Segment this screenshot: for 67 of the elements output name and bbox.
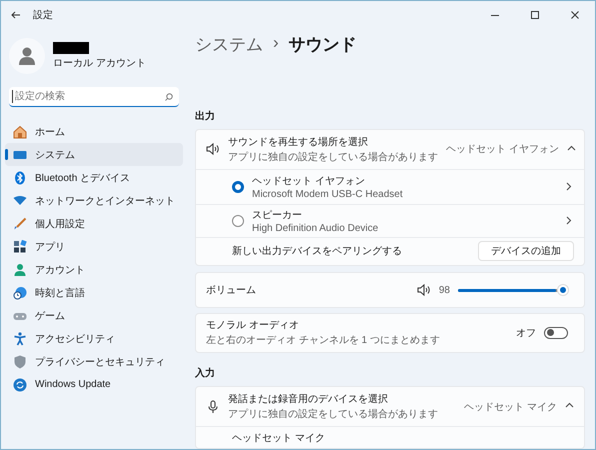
speaker-icon	[416, 283, 431, 297]
back-arrow-icon[interactable]	[11, 11, 21, 19]
chevron-right-icon	[565, 182, 574, 192]
radio-button[interactable]	[232, 180, 244, 193]
update-icon	[13, 378, 27, 392]
search-input[interactable]: 設定の検索	[12, 90, 165, 103]
device-name: ヘッドセット イヤフォン	[252, 174, 366, 188]
setting-description: アプリに独自の設定をしている場合があります	[228, 408, 439, 421]
setting-title: 新しい出力デバイスをペアリングする	[232, 244, 403, 258]
home-icon	[13, 124, 27, 138]
accessibility-icon	[13, 332, 27, 346]
device-name: スピーカー	[252, 208, 303, 222]
maximize-icon	[530, 10, 540, 20]
account-type: ローカル アカウント	[53, 57, 146, 70]
sidebar-item[interactable]: Windows Update	[5, 373, 183, 396]
device-option[interactable]: ヘッドセット イヤフォン Microsoft Modem USB-C Headset	[196, 168, 584, 204]
page-title: サウンド	[288, 34, 357, 56]
shield-icon	[13, 354, 27, 368]
breadcrumb-separator: ›	[273, 33, 279, 53]
device-option[interactable]: スピーカー High Definition Audio Device	[196, 204, 584, 237]
setting-description: 左と右のオーディオ チャンネルを 1 つにまとめます	[206, 334, 441, 348]
sidebar-item[interactable]: アクセシビリティ	[5, 327, 183, 350]
setting-title: モノラル オーディオ	[206, 319, 300, 332]
person-icon	[13, 262, 27, 276]
device-description: Microsoft Modem USB-C Headset	[252, 188, 404, 200]
setting-description: アプリに独自の設定をしている場合があります	[228, 150, 438, 164]
sidebar-item[interactable]: 個人用設定	[5, 212, 183, 235]
sidebar-item[interactable]: ネットワークとインターネット	[5, 189, 183, 212]
device-description: High Definition Audio Device	[252, 222, 380, 234]
sidebar-item[interactable]: アプリ	[5, 235, 183, 258]
wifi-icon	[13, 194, 27, 208]
sidebar-item[interactable]: Bluetooth とデバイス	[5, 166, 183, 189]
section-heading: 出力	[195, 110, 215, 123]
slider-thumb[interactable]	[558, 285, 568, 295]
setting-title: サウンドを再生する場所を選択	[228, 136, 369, 149]
radio-button[interactable]	[232, 214, 244, 227]
setting-title: ボリューム	[206, 284, 257, 297]
sidebar-item[interactable]: プライバシーとセキュリティ	[5, 350, 183, 373]
sidebar-item[interactable]: ゲーム	[5, 304, 183, 327]
person-icon	[19, 47, 35, 65]
sidebar-item[interactable]: 時刻と言語	[5, 281, 183, 304]
toggle-state-label: オフ	[516, 326, 536, 340]
setting-title: 発話または録音用のデバイスを選択	[228, 392, 389, 406]
globe-clock-icon	[13, 286, 27, 300]
toggle-switch[interactable]	[544, 326, 568, 339]
chevron-right-icon	[565, 216, 574, 226]
window-title: 設定	[33, 8, 53, 22]
expander-header[interactable]: 発話または録音用のデバイスを選択 アプリに独自の設定をしている場合があります ヘッドセット マイク	[196, 387, 584, 426]
selected-device-label: ヘッドセット マイク	[464, 400, 557, 414]
search-icon	[165, 92, 173, 100]
add-device-button[interactable]: デバイスの追加	[478, 241, 574, 262]
breadcrumb-link[interactable]: システム	[195, 33, 263, 56]
sidebar-item[interactable]: アカウント	[5, 258, 183, 281]
volume-reading: 98	[438, 284, 450, 296]
redaction-block	[53, 42, 89, 54]
search-field[interactable]: 設定の検索	[9, 87, 179, 107]
apps-icon	[13, 240, 27, 254]
close-icon	[570, 10, 580, 20]
brush-icon	[13, 216, 27, 230]
section-heading: 入力	[195, 366, 215, 380]
device-name[interactable]: ヘッドセット マイク	[232, 431, 325, 445]
selected-device-label: ヘッドセット イヤフォン	[446, 143, 559, 156]
bluetooth-icon	[13, 170, 27, 184]
sidebar-item[interactable]: ホーム	[5, 120, 183, 143]
sidebar-item[interactable]: システム	[5, 143, 183, 166]
speaker-icon	[206, 142, 220, 156]
microphone-icon	[206, 400, 220, 414]
